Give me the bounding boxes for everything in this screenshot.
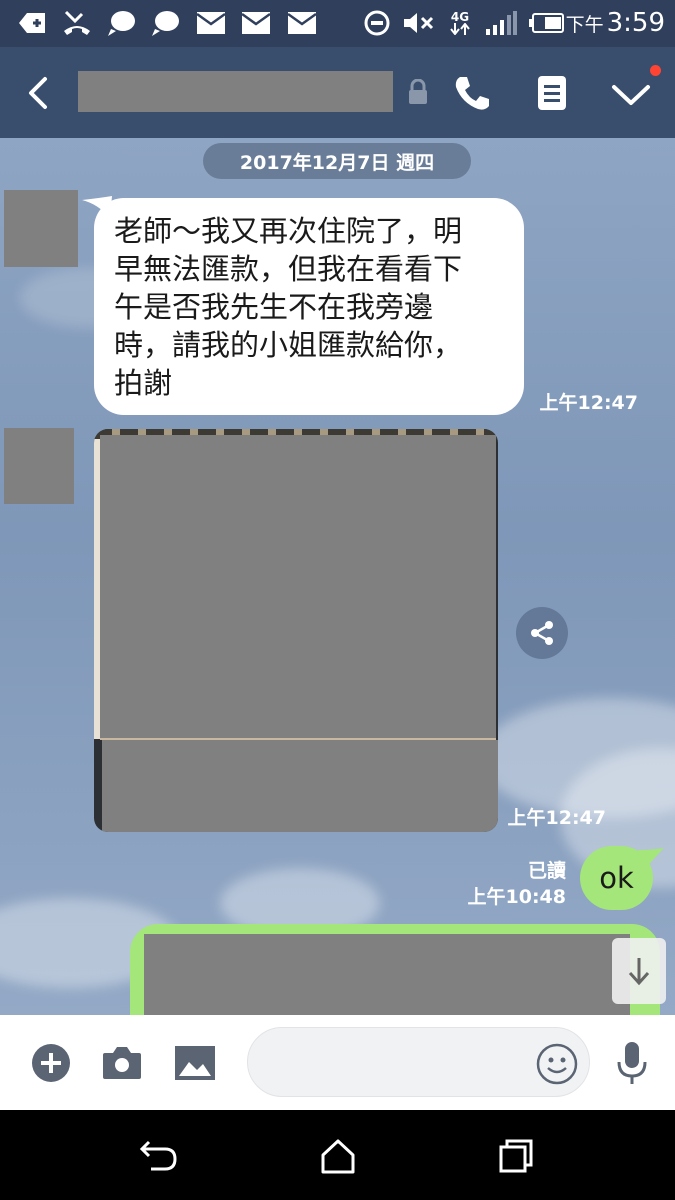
emoji-icon[interactable] [534,1042,580,1086]
share-icon [531,621,553,645]
back-icon[interactable] [20,73,56,113]
image-redacted [100,435,496,738]
scroll-down-button[interactable] [612,938,666,1004]
camera-icon[interactable] [100,1043,144,1083]
message-time: 上午10:48 [467,886,566,908]
image-redacted [102,740,498,832]
clock: 下午 3:59 [566,8,665,38]
read-receipt: 已讀 [527,860,566,882]
home-icon[interactable] [316,1134,360,1178]
message-time: 上午12:47 [539,392,638,414]
chat-header [0,47,675,138]
chat-bubble-icon [150,9,180,37]
plus-icon[interactable] [30,1042,72,1084]
chat-bubble-icon [106,9,136,37]
chevron-down-icon[interactable] [610,79,652,109]
chat-area[interactable]: 2017年12月7日 週四 老師～我又再次住院了，明 早無法匯款，但我在看看下 … [0,138,675,1015]
recents-icon[interactable] [495,1134,539,1178]
back-nav-icon[interactable] [137,1134,181,1178]
bubble-tail [638,848,664,868]
phone-icon[interactable] [452,73,492,113]
clock-time: 3:59 [606,8,665,38]
outgoing-redacted-message[interactable] [130,924,660,1015]
image-icon[interactable] [172,1043,218,1083]
arrow-down-icon [628,958,650,986]
notification-dot [650,65,661,76]
menu-icon[interactable] [535,73,569,113]
battery-icon [528,9,566,37]
add-notification-icon [18,9,48,37]
date-divider: 2017年12月7日 週四 [203,143,471,179]
message-text: 老師～我又再次住院了，明 早無法匯款，但我在看看下 午是否我先生不在我旁邊 時，… [114,214,463,400]
avatar[interactable] [4,428,74,504]
lock-icon [406,78,430,105]
message-time: 上午12:47 [507,807,606,829]
do-not-disturb-icon [362,9,392,37]
microphone-icon[interactable] [614,1039,650,1087]
mute-icon [402,9,436,37]
mail-icon [196,9,226,37]
status-bar: 4G 下午 3:59 [0,0,675,47]
message-text: ok [599,861,634,895]
chat-name-redacted[interactable] [78,71,393,112]
missed-call-icon [62,9,92,37]
4g-icon: 4G [447,9,473,37]
nav-bar [0,1110,675,1200]
input-bar [0,1015,675,1110]
mail-icon [287,9,317,37]
share-button[interactable] [516,607,568,659]
signal-icon [484,9,518,37]
incoming-text-message[interactable]: 老師～我又再次住院了，明 早無法匯款，但我在看看下 午是否我先生不在我旁邊 時，… [94,198,524,415]
clock-ampm: 下午 [565,14,604,36]
mail-icon [241,9,271,37]
avatar[interactable] [4,190,78,267]
message-redacted [144,934,630,1015]
incoming-image-message[interactable] [94,429,498,832]
